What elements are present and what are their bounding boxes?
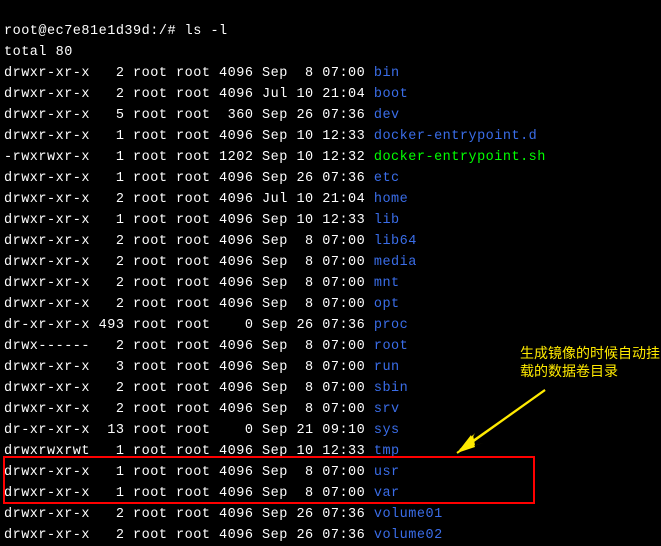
list-item: drwxr-xr-x 2 root root 4096 Sep 8 07:00 … <box>4 273 657 294</box>
file-name: media <box>374 255 417 270</box>
list-item: drwxr-xr-x 2 root root 4096 Jul 10 21:04… <box>4 84 657 105</box>
file-name: srv <box>374 402 400 417</box>
total-line: total 80 <box>4 42 657 63</box>
file-name: tmp <box>374 444 400 459</box>
file-name: docker-entrypoint.sh <box>374 150 546 165</box>
list-item: drwxr-xr-x 2 root root 4096 Sep 8 07:00 … <box>4 252 657 273</box>
list-item: drwxr-xr-x 1 root root 4096 Sep 8 07:00 … <box>4 483 657 504</box>
file-name: docker-entrypoint.d <box>374 129 537 144</box>
list-item: drwxr-xr-x 1 root root 4096 Sep 26 07:36… <box>4 168 657 189</box>
list-item: drwxr-xr-x 2 root root 4096 Sep 8 07:00 … <box>4 399 657 420</box>
list-item: dr-xr-xr-x 493 root root 0 Sep 26 07:36 … <box>4 315 657 336</box>
file-name: bin <box>374 66 400 81</box>
command: ls -l <box>185 24 228 39</box>
annotation-text: 生成镜像的时候自动挂 载的数据卷目录 <box>520 344 660 380</box>
file-name: home <box>374 192 408 207</box>
cropped-line <box>4 0 657 21</box>
file-listing: drwxr-xr-x 2 root root 4096 Sep 8 07:00 … <box>4 63 657 546</box>
prompt-user-host: root@ec7e81e1d39d <box>4 24 150 39</box>
list-item: drwxr-xr-x 2 root root 4096 Sep 8 07:00 … <box>4 294 657 315</box>
file-name: volume01 <box>374 507 443 522</box>
list-item: drwxr-xr-x 1 root root 4096 Sep 10 12:33… <box>4 210 657 231</box>
file-name: usr <box>374 465 400 480</box>
list-item: drwxr-xr-x 1 root root 4096 Sep 8 07:00 … <box>4 462 657 483</box>
list-item: drwxr-xr-x 2 root root 4096 Sep 8 07:00 … <box>4 231 657 252</box>
file-name: etc <box>374 171 400 186</box>
file-name: volume02 <box>374 528 443 543</box>
file-name: proc <box>374 318 408 333</box>
file-name: sbin <box>374 381 408 396</box>
list-item: -rwxrwxr-x 1 root root 1202 Sep 10 12:32… <box>4 147 657 168</box>
file-name: opt <box>374 297 400 312</box>
prompt-line: root@ec7e81e1d39d:/# ls -l <box>4 21 657 42</box>
list-item: drwxrwxrwt 1 root root 4096 Sep 10 12:33… <box>4 441 657 462</box>
list-item: dr-xr-xr-x 13 root root 0 Sep 21 09:10 s… <box>4 420 657 441</box>
file-name: lib64 <box>374 234 417 249</box>
list-item: drwxr-xr-x 5 root root 360 Sep 26 07:36 … <box>4 105 657 126</box>
file-name: root <box>374 339 408 354</box>
file-name: lib <box>374 213 400 228</box>
file-name: sys <box>374 423 400 438</box>
list-item: drwxr-xr-x 2 root root 4096 Jul 10 21:04… <box>4 189 657 210</box>
file-name: run <box>374 360 400 375</box>
terminal-output[interactable]: root@ec7e81e1d39d:/# ls -l total 80 drwx… <box>0 0 661 546</box>
file-name: dev <box>374 108 400 123</box>
file-name: var <box>374 486 400 501</box>
list-item: drwxr-xr-x 1 root root 4096 Sep 10 12:33… <box>4 126 657 147</box>
file-name: mnt <box>374 276 400 291</box>
list-item: drwxr-xr-x 2 root root 4096 Sep 8 07:00 … <box>4 378 657 399</box>
list-item: drwxr-xr-x 2 root root 4096 Sep 26 07:36… <box>4 525 657 546</box>
list-item: drwxr-xr-x 2 root root 4096 Sep 8 07:00 … <box>4 63 657 84</box>
list-item: drwxr-xr-x 2 root root 4096 Sep 26 07:36… <box>4 504 657 525</box>
file-name: boot <box>374 87 408 102</box>
